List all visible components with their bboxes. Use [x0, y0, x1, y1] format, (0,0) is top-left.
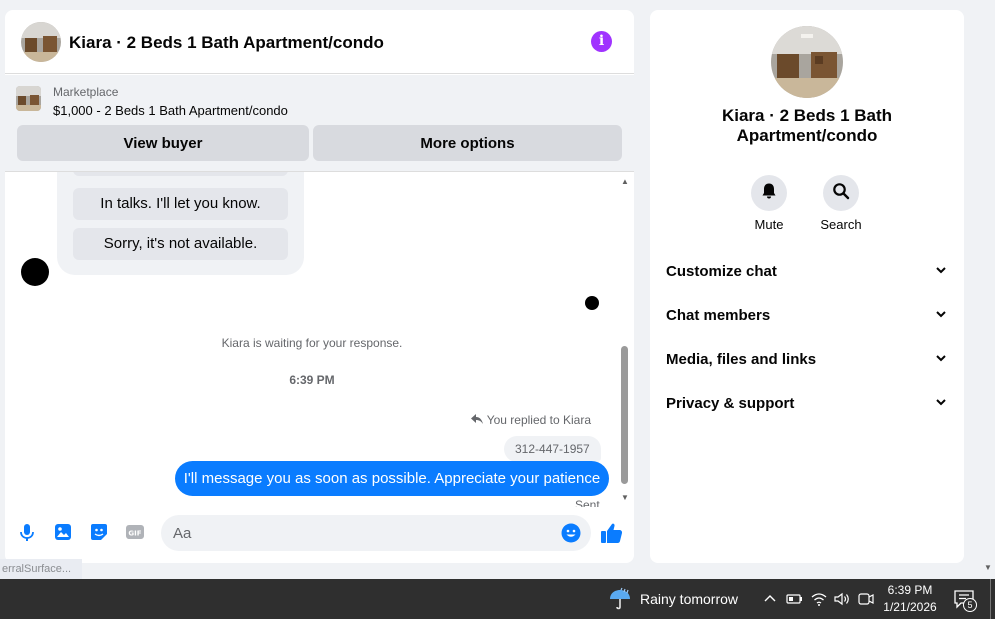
row-label: Privacy & support: [666, 395, 795, 412]
battery-icon[interactable]: [786, 591, 804, 607]
conversation-info-panel: Kiara · 2 Beds 1 Bath Apartment/condo Mu…: [650, 10, 964, 563]
search-icon: [832, 182, 850, 205]
more-options-button[interactable]: More options: [313, 125, 622, 161]
system-clock[interactable]: 6:39 PM 1/21/2026: [880, 582, 940, 616]
chat-title[interactable]: Kiara · 2 Beds 1 Bath Apartment/condo: [69, 33, 384, 53]
quick-reply-not-available[interactable]: Sorry, it's not available.: [73, 228, 288, 260]
page-scroll-down-icon[interactable]: ▼: [983, 563, 993, 573]
privacy-support-row[interactable]: Privacy & support: [666, 389, 948, 419]
view-buyer-button[interactable]: View buyer: [17, 125, 309, 161]
wifi-icon[interactable]: [810, 591, 828, 607]
message-list: In talks. I'll let you know. Sorry, it's…: [5, 172, 634, 507]
customize-chat-row[interactable]: Customize chat: [666, 257, 948, 287]
quoted-message[interactable]: 312-447-1957: [504, 436, 601, 462]
row-label: Media, files and links: [666, 351, 817, 368]
chat-panel: Kiara · 2 Beds 1 Bath Apartment/condo i …: [5, 10, 634, 563]
row-label: Chat members: [666, 307, 771, 324]
marketplace-banner: Marketplace $1,000 - 2 Beds 1 Bath Apart…: [5, 75, 634, 172]
volume-icon[interactable]: [833, 591, 851, 607]
chevron-down-icon: [936, 389, 946, 419]
listing-photo[interactable]: [771, 26, 843, 98]
taskbar: Rainy tomorrow 6:39 PM 1/21/2026 5: [0, 579, 995, 619]
reply-context: You replied to Kiara: [470, 413, 591, 427]
emoji-icon[interactable]: [561, 523, 581, 543]
quick-reply-partial[interactable]: [73, 172, 288, 176]
clock-time: 6:39 PM: [887, 583, 933, 597]
search-action[interactable]: Search: [811, 175, 871, 232]
listing-thumbnail[interactable]: [16, 86, 41, 111]
message-scrollbar[interactable]: ▲ ▼: [619, 176, 631, 504]
chat-header: Kiara · 2 Beds 1 Bath Apartment/condo i: [5, 10, 634, 74]
show-desktop-button[interactable]: [990, 579, 991, 619]
notification-badge: 5: [963, 598, 977, 612]
sticker-icon[interactable]: [89, 522, 109, 542]
svg-text:GIF: GIF: [128, 530, 141, 538]
message-status: Sent: [575, 498, 600, 507]
outgoing-message[interactable]: I'll message you as soon as possible. Ap…: [175, 461, 609, 496]
time-separator: 6:39 PM: [289, 373, 335, 387]
search-label: Search: [820, 217, 862, 232]
waiting-notice: Kiara is waiting for your response.: [221, 336, 403, 350]
bell-icon: [760, 182, 778, 205]
sender-avatar[interactable]: [21, 258, 49, 286]
clock-date: 1/21/2026: [883, 600, 937, 614]
thumbs-up-icon[interactable]: [600, 522, 624, 544]
message-input[interactable]: [161, 515, 591, 551]
row-label: Customize chat: [666, 263, 777, 280]
scroll-down-arrow-icon[interactable]: ▼: [620, 494, 630, 502]
reply-arrow-icon: [470, 413, 483, 427]
composer: GIF: [5, 510, 634, 563]
info-icon[interactable]: i: [591, 31, 612, 52]
media-files-links-row[interactable]: Media, files and links: [666, 345, 948, 375]
marketplace-label: Marketplace: [53, 85, 119, 99]
mute-button[interactable]: [751, 175, 787, 211]
chevron-up-icon[interactable]: [762, 591, 780, 607]
gif-icon[interactable]: GIF: [125, 522, 145, 542]
scroll-up-arrow-icon[interactable]: ▲: [620, 178, 630, 186]
quick-reply-bubble: In talks. I'll let you know. Sorry, it's…: [57, 172, 304, 275]
rain-umbrella-icon[interactable]: [607, 587, 633, 611]
listing-price-title[interactable]: $1,000 - 2 Beds 1 Bath Apartment/condo: [53, 103, 288, 118]
quick-reply-in-talks[interactable]: In talks. I'll let you know.: [73, 188, 288, 220]
chevron-down-icon: [936, 301, 946, 331]
chevron-down-icon: [936, 345, 946, 375]
seen-indicator: [585, 296, 599, 310]
info-title: Kiara · 2 Beds 1 Bath Apartment/condo: [721, 106, 893, 145]
chat-members-row[interactable]: Chat members: [666, 301, 948, 331]
weather-label[interactable]: Rainy tomorrow: [640, 591, 738, 607]
scroll-thumb[interactable]: [621, 346, 628, 484]
chevron-down-icon: [936, 257, 946, 287]
tooltip-fragment: erralSurface...: [0, 559, 82, 579]
mute-label: Mute: [754, 217, 784, 232]
listing-avatar[interactable]: [21, 22, 61, 62]
search-button[interactable]: [823, 175, 859, 211]
microphone-icon[interactable]: [17, 522, 37, 542]
mute-action[interactable]: Mute: [739, 175, 799, 232]
meet-now-icon[interactable]: [857, 591, 875, 607]
photo-icon[interactable]: [53, 522, 73, 542]
replied-label: You replied to Kiara: [486, 413, 591, 427]
